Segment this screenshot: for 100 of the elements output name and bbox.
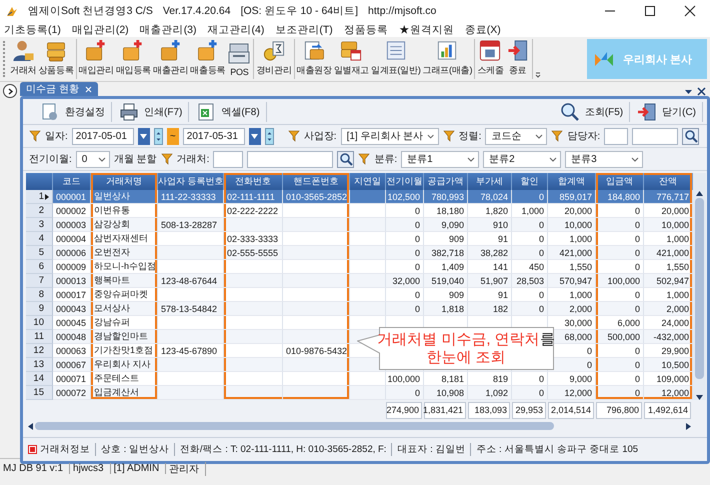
table-row[interactable]: 7 000013 행복마트 123-48-67644 32,000 519,040 51,907 28,503 570,947 100,000 502,947	[26, 274, 693, 288]
scroll-right-icon[interactable]	[686, 422, 691, 430]
menu-item[interactable]: 정품등록	[344, 22, 388, 36]
vertical-scrollbar[interactable]	[693, 173, 706, 400]
toolbar-button[interactable]: POS	[226, 39, 252, 79]
table-cell: 6,000	[617, 318, 640, 328]
table-cell: 909	[448, 290, 464, 300]
toolbar-button[interactable]: 매입관리	[78, 39, 115, 79]
spreadsheet-icon	[196, 102, 216, 122]
table-row[interactable]: 8 000017 중앙슈퍼마켓 0 909 91 0 1,000 0 1,000	[26, 288, 693, 302]
horizontal-scrollbar[interactable]	[28, 421, 691, 431]
scroll-down-icon[interactable]	[696, 395, 703, 400]
toolbar-button[interactable]: 종료	[504, 39, 531, 79]
table-cell: 0	[414, 248, 420, 258]
table-cell: 행복마트	[94, 274, 130, 287]
row-number: 1	[26, 190, 53, 204]
table-cell: 10,000	[661, 220, 689, 230]
table-cell: 1,820	[485, 206, 508, 216]
table-cell: 오번전자	[94, 246, 130, 259]
table-cell: 000072	[56, 388, 86, 398]
date-field[interactable]: 2017-05-31	[182, 128, 245, 144]
menu-item[interactable]: 보조관리(T)	[275, 22, 333, 36]
toolbar-button[interactable]: 인쇄(F7)	[115, 102, 190, 122]
tab[interactable]: 미수금 현황	[20, 82, 98, 96]
column-header[interactable]: 잔액	[644, 173, 693, 190]
table-cell: 0	[586, 346, 592, 356]
spinner-icon[interactable]	[154, 128, 163, 144]
column-header[interactable]: 거래처명	[91, 173, 158, 190]
toolbar-button[interactable]: 거래처	[9, 39, 38, 79]
menu-item[interactable]: 매입관리(2)	[72, 22, 129, 36]
sort-dropdown[interactable]: 코드순	[485, 128, 548, 144]
table-cell: 10,000	[564, 220, 592, 230]
menu-item[interactable]: 종료(X)	[464, 22, 501, 36]
caret-icon	[140, 134, 148, 138]
scroll-up-icon[interactable]	[696, 191, 703, 196]
expand-button[interactable]	[3, 84, 17, 98]
table-cell: 삼번자재센터	[94, 232, 148, 245]
table-cell: 30,000	[564, 318, 592, 328]
table-cell: 1,092	[485, 388, 508, 398]
manager-field[interactable]	[632, 128, 678, 144]
toolbar-button[interactable]: 엑셀(F8)	[192, 102, 267, 122]
table-cell: 38,282	[480, 248, 508, 258]
toolbar-button[interactable]: 매입등록	[114, 39, 152, 79]
toolbar-button[interactable]: 경비관리	[255, 39, 293, 79]
menu-item[interactable]: 재고관리(4)	[208, 22, 264, 36]
menu-item[interactable]: 매출관리(3)	[140, 22, 197, 36]
toolbar-button[interactable]: 그래프(매출)	[422, 39, 474, 79]
total-field: 2,014,514	[548, 402, 594, 418]
calendar-button[interactable]	[248, 128, 261, 144]
table-row[interactable]: 2 000002 이번유통 02-222-2222 0 18,180 1,820 1,000 20,000 0 20,000	[26, 204, 693, 218]
table-row[interactable]: 14 000071 주문테스트 100,000 8,181 819 0 9,000 0 109,000	[26, 372, 693, 386]
table-cell: 0	[634, 220, 640, 230]
toolbar-button[interactable]: 환경설정	[36, 102, 112, 122]
column-header[interactable]: 전화번호	[224, 173, 283, 190]
scroll-left-icon[interactable]	[28, 422, 33, 430]
calendar-button[interactable]	[138, 128, 150, 144]
date-field[interactable]: 2017-05-01	[72, 128, 134, 144]
customer-field[interactable]	[247, 150, 334, 168]
caret-icon	[427, 134, 435, 138]
category-label: 분류:	[374, 153, 398, 166]
table-row[interactable]: 10 000045 강남슈퍼 30,000 6,000 24,000	[26, 316, 693, 330]
toolbar-button[interactable]: 상품등록	[37, 39, 75, 79]
table-row[interactable]: 4 000004 삼번자재센터 02-333-3333 0 909 91 0 1,000 0 1,000	[26, 232, 693, 246]
carry-dropdown[interactable]: 0	[76, 150, 110, 168]
toolbar-button[interactable]: 닫기(C)	[633, 102, 703, 122]
column-header[interactable]: 핸드폰번호	[283, 173, 350, 190]
search-button[interactable]	[337, 150, 354, 168]
menu-item[interactable]: 기초등록(1)	[4, 22, 61, 36]
total-field: 29,953	[512, 402, 546, 418]
site-dropdown[interactable]: [1] 우리회사 본사	[340, 128, 439, 144]
spinner-icon[interactable]	[264, 128, 274, 144]
customer-code-field[interactable]	[213, 150, 244, 168]
toolbar-button[interactable]: 매출관리	[152, 39, 190, 79]
table-row[interactable]: 3 000003 삼강상회 508-13-28287 0 9,090 910 0 10,000 0 10,000	[26, 218, 693, 232]
toolbar-button[interactable]: 매출원장	[296, 39, 333, 79]
table-cell: 32,000	[392, 276, 420, 286]
table-cell: 100,000	[607, 276, 640, 286]
range-button[interactable]: ~	[166, 128, 179, 144]
close-icon[interactable]	[697, 87, 706, 96]
table-row[interactable]: 15 000072 입금계산서 0 10,908 1,092 0 12,000 0 12,000	[26, 386, 693, 400]
menu-item[interactable]: ★원격지원	[398, 22, 454, 36]
toolbar-button[interactable]: 스케줄	[476, 39, 505, 79]
table-cell: 0	[538, 388, 544, 398]
table-row[interactable]: 1 000001 일번상사 111-22-33333 02-111-1111 010-3565-2852 102,500 780,993 78,024 0 859,017 184,800 776,717	[26, 190, 693, 204]
table-cell: 859,017	[559, 192, 592, 202]
category-dropdown[interactable]: 분류2	[483, 150, 562, 168]
toolbar-button[interactable]: 조회(F5)	[556, 102, 630, 122]
manager-code-field[interactable]	[604, 128, 628, 144]
table-row[interactable]: 9 000043 모서상사 578-13-54842 0 1,818 182 0 2,000 0 2,000	[26, 302, 693, 316]
table-cell: 9,090	[441, 220, 464, 230]
total-field: 183,093	[468, 402, 510, 418]
table-row[interactable]: 6 000009 하모니-h수입점 0 1,409 141 450 1,550 0 1,550	[26, 260, 693, 274]
table-row[interactable]: 5 000006 오번전자 02-555-5555 0 382,718 38,282 0 421,000 0 421,000	[26, 246, 693, 260]
category-dropdown[interactable]: 분류1	[401, 150, 480, 168]
toolbar-button[interactable]: 일계표(일반)	[370, 39, 422, 79]
toolbar-button[interactable]: 매출등록	[189, 39, 226, 79]
category-dropdown[interactable]: 분류3	[565, 150, 644, 168]
toolbar-button[interactable]: 일별재고	[332, 39, 370, 79]
column-header[interactable]: 입금액	[596, 173, 644, 190]
search-button[interactable]	[682, 128, 700, 144]
